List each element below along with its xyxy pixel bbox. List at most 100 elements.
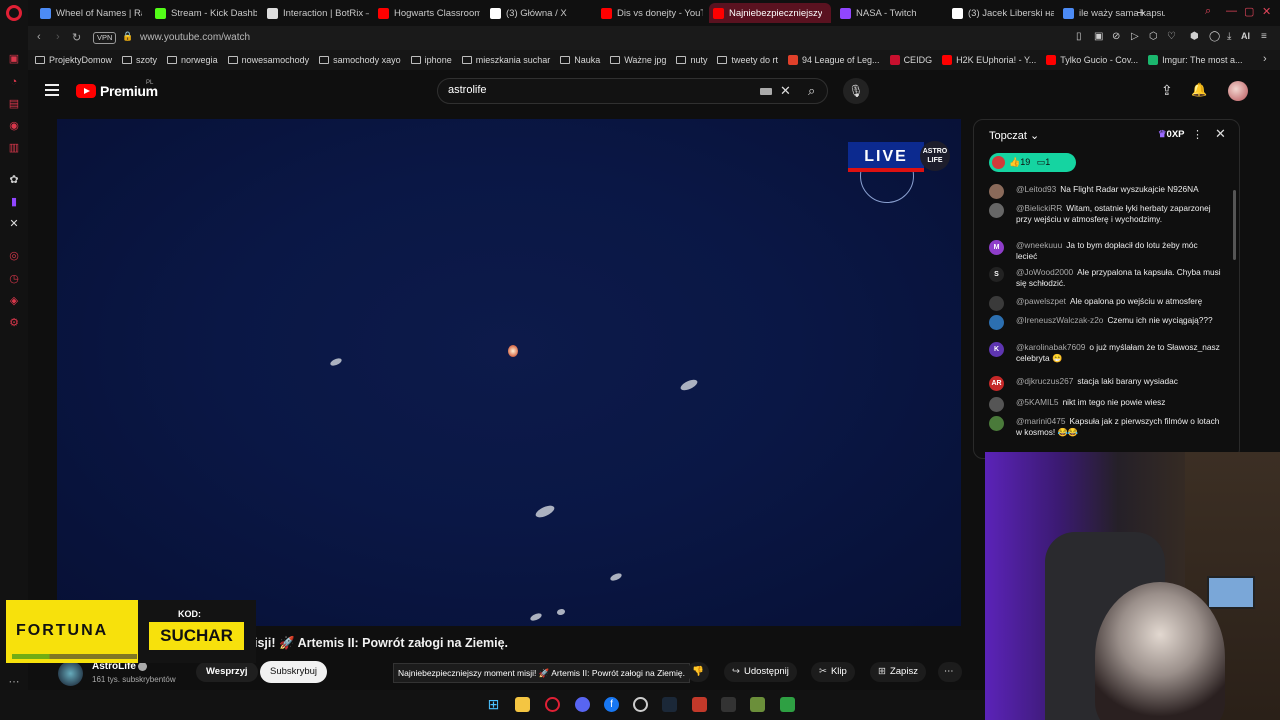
user-avatar[interactable] <box>1228 81 1248 101</box>
chat-author[interactable]: @5KAMIL5 <box>1016 397 1059 407</box>
bookmark-item[interactable]: Ważne jpg <box>610 55 666 65</box>
ai-button[interactable]: AI <box>1241 31 1250 41</box>
alarm-icon[interactable]: ◎ <box>7 249 21 263</box>
discord-icon[interactable] <box>575 697 590 712</box>
browser-tab[interactable]: Dis vs donejty - YouT <box>597 3 703 23</box>
extensions-puzzle-icon[interactable]: ⬢ <box>1190 31 1199 42</box>
bookmark-icon[interactable]: ▯ <box>1076 31 1082 42</box>
chat-author[interactable]: @karolinabak7609 <box>1016 342 1085 352</box>
chat-avatar[interactable]: M <box>989 240 1004 255</box>
more-actions-button[interactable]: ⋯ <box>938 662 962 682</box>
minimize-icon[interactable]: — <box>1226 5 1237 17</box>
chat-author[interactable]: @djkruczus267 <box>1016 376 1073 386</box>
reload-icon[interactable]: ↻ <box>72 31 81 44</box>
bookmark-item[interactable]: CEIDG <box>889 55 932 65</box>
bookmarks-overflow-icon[interactable]: › <box>1263 53 1267 65</box>
browser-tab[interactable]: (3) Jacek Liberski на <box>948 3 1054 23</box>
browser-tab[interactable]: (3) Główna / X <box>486 3 592 23</box>
bookmark-item[interactable]: ProjektyDomow <box>35 55 112 65</box>
close-window-icon[interactable]: ✕ <box>1262 5 1271 18</box>
keyboard-icon[interactable] <box>760 88 772 95</box>
more-icon[interactable]: ⋯ <box>7 675 21 689</box>
new-tab-button[interactable]: + <box>1137 4 1145 20</box>
facebook-icon[interactable]: f <box>604 697 619 712</box>
shopping-icon[interactable]: ▤ <box>7 97 21 111</box>
lock-icon[interactable]: 🔒 <box>122 31 133 42</box>
chat-avatar[interactable] <box>989 184 1004 199</box>
opera-logo-icon[interactable] <box>6 5 22 21</box>
bookmark-item[interactable]: tweety do rt <box>717 55 778 65</box>
chat-avatar[interactable]: AR <box>989 376 1004 391</box>
chat-more-icon[interactable]: ⋮ <box>1192 128 1203 141</box>
chat-avatar[interactable] <box>989 296 1004 311</box>
youtube-logo[interactable]: Premium PL <box>76 80 158 99</box>
forward-icon[interactable]: › <box>56 31 60 43</box>
chat-author[interactable]: @wneekuuu <box>1016 240 1062 250</box>
bookmark-item[interactable]: Nauka <box>560 55 600 65</box>
messenger-icon[interactable]: ◉ <box>7 119 21 133</box>
chat-author[interactable]: @marini0475 <box>1016 416 1065 426</box>
bookmark-item[interactable]: nuty <box>676 55 707 65</box>
channel-avatar[interactable] <box>58 661 83 686</box>
clear-search-icon[interactable]: ✕ <box>780 83 791 99</box>
clip-button[interactable]: ✂ Klip <box>811 662 855 682</box>
x-icon[interactable]: ✕ <box>7 217 21 231</box>
hamburger-menu-icon[interactable] <box>45 84 59 96</box>
windows-start-icon[interactable]: ⊞ <box>486 697 501 712</box>
chat-avatar[interactable] <box>989 315 1004 330</box>
share-button[interactable]: ↪ Udostępnij <box>724 662 797 682</box>
upload-icon[interactable]: ⇪ <box>1161 82 1173 99</box>
player-icon[interactable]: ▥ <box>7 141 21 155</box>
browser-tab[interactable]: NASA - Twitch <box>836 3 942 23</box>
browser-menu-icon[interactable]: ≡ <box>1261 31 1267 42</box>
vpn-badge[interactable]: VPN <box>93 32 117 44</box>
chat-engagement-pill[interactable]: 👍19 ▭1 <box>989 153 1076 172</box>
obs-icon[interactable] <box>633 697 648 712</box>
riot-icon[interactable] <box>692 697 707 712</box>
play-icon[interactable]: ▷ <box>1131 31 1139 42</box>
bookmark-item[interactable]: nowesamochody <box>227 55 309 65</box>
bookmark-item[interactable]: norwegia <box>167 55 218 65</box>
search-tabs-icon[interactable]: ⌕ <box>1205 5 1211 18</box>
flow-icon[interactable]: ⬡ <box>1149 31 1158 42</box>
twitch-icon[interactable]: ▮ <box>7 195 21 209</box>
browser-tab[interactable]: Hogwarts Classroom <box>374 3 480 23</box>
history-icon[interactable]: ◔ <box>7 75 21 89</box>
browser-tab[interactable]: Stream - Kick Dashbo <box>151 3 257 23</box>
chat-scrollbar[interactable] <box>1232 178 1237 458</box>
download-icon[interactable]: ⤓ <box>1227 31 1231 42</box>
bookmark-item[interactable]: samochody xayo <box>319 55 401 65</box>
chat-avatar[interactable]: K <box>989 342 1004 357</box>
support-button[interactable]: Wesprzyj <box>196 662 258 682</box>
chat-avatar[interactable] <box>989 397 1004 412</box>
search-icon[interactable]: ⌕ <box>808 83 815 99</box>
bookmark-item[interactable]: szoty <box>122 55 157 65</box>
dislike-button[interactable]: 👎 <box>687 662 709 682</box>
bookmark-item[interactable]: mieszkania suchar <box>461 55 550 65</box>
profile-icon[interactable]: ◯ <box>1209 31 1220 42</box>
chat-close-icon[interactable]: ✕ <box>1215 126 1226 142</box>
chat-mode-dropdown[interactable]: Topczat ⌄ <box>989 129 1039 142</box>
bookmark-item[interactable]: Tylko Gucio - Cov... <box>1046 55 1138 65</box>
chat-author[interactable]: @BielickiRR <box>1016 203 1062 213</box>
settings-icon[interactable]: ⚙ <box>7 316 21 330</box>
wallet-icon[interactable]: ▣ <box>7 52 21 66</box>
browser-tab[interactable]: Interaction | BotRix — <box>263 3 369 23</box>
subscribe-button[interactable]: Subskrybuj <box>260 661 327 683</box>
steam-icon[interactable] <box>662 697 677 712</box>
url-field[interactable]: www.youtube.com/watch <box>140 32 250 43</box>
heart-icon[interactable]: ♡ <box>1167 31 1176 42</box>
chat-author[interactable]: @IreneuszWalczak-z2o <box>1016 315 1103 325</box>
search-input[interactable] <box>448 84 748 96</box>
bookmark-item[interactable]: 94 League of Leg... <box>787 55 880 65</box>
video-player[interactable]: LIVE ASTRO LIFE <box>57 119 961 626</box>
browser-tab[interactable]: Wheel of Names | Ra <box>36 3 142 23</box>
bookmark-item[interactable]: Imgur: The most a... <box>1148 55 1243 65</box>
opera-taskbar-icon[interactable] <box>545 697 560 712</box>
notifications-bell-icon[interactable]: 🔔 <box>1191 82 1207 98</box>
microphone-icon[interactable]: 🎙 <box>843 78 869 104</box>
browser-tab[interactable]: Najniebezpieczniejszy <box>709 3 831 23</box>
minecraft-icon[interactable] <box>750 697 765 712</box>
terminal-icon[interactable] <box>721 697 736 712</box>
back-icon[interactable]: ‹ <box>37 31 41 43</box>
